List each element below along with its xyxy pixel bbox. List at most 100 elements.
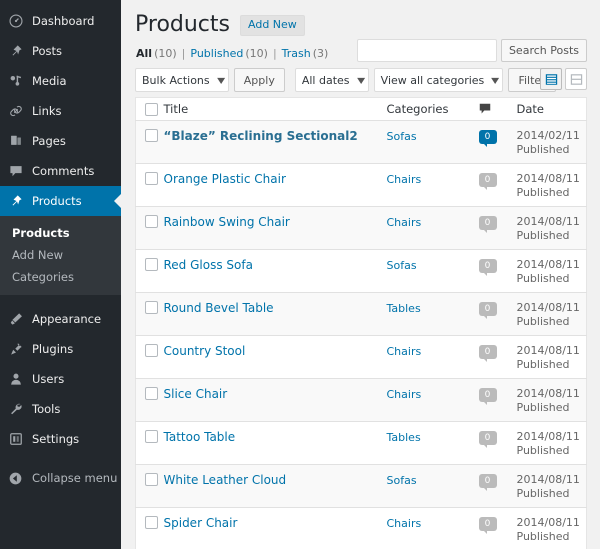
apply-button[interactable]: Apply: [234, 68, 285, 92]
comment-count-bubble[interactable]: 0: [479, 173, 497, 187]
comment-count-bubble[interactable]: 0: [479, 259, 497, 273]
date-filter-select[interactable]: All dates ▼: [295, 68, 369, 92]
table-row[interactable]: Red Gloss SofaSofas02014/08/11Published: [136, 250, 587, 293]
category-link[interactable]: Tables: [387, 293, 421, 315]
row-comments-cell: 0: [479, 379, 517, 422]
product-title-link[interactable]: Country Stool: [164, 336, 246, 358]
column-title[interactable]: Title: [164, 98, 387, 121]
product-title-link[interactable]: White Leather Cloud: [164, 465, 287, 487]
comment-count-bubble[interactable]: 0: [479, 388, 497, 402]
table-row[interactable]: Orange Plastic ChairChairs02014/08/11Pub…: [136, 164, 587, 207]
sidebar-item-pages[interactable]: Pages: [0, 126, 121, 156]
comment-count-bubble[interactable]: 0: [479, 431, 497, 445]
row-checkbox[interactable]: [145, 387, 158, 400]
pages-icon: [9, 134, 28, 148]
row-title-cell: Round Bevel Table: [164, 293, 387, 336]
table-row[interactable]: “Blaze” Reclining Sectional2Sofas02014/0…: [136, 121, 587, 164]
column-date[interactable]: Date: [517, 98, 587, 121]
category-link[interactable]: Tables: [387, 422, 421, 444]
table-row[interactable]: Rainbow Swing ChairChairs02014/08/11Publ…: [136, 207, 587, 250]
select-all-header: [136, 98, 164, 121]
column-categories[interactable]: Categories: [387, 98, 479, 121]
product-title-link[interactable]: Slice Chair: [164, 379, 228, 401]
sidebar-item-media[interactable]: Media: [0, 66, 121, 96]
row-checkbox[interactable]: [145, 129, 158, 142]
search-posts-button[interactable]: Search Posts: [501, 39, 587, 62]
excerpt-view-button[interactable]: [565, 68, 587, 90]
product-title-link[interactable]: Spider Chair: [164, 508, 238, 530]
comment-count-bubble[interactable]: 0: [479, 130, 497, 144]
submenu-item-add-new[interactable]: Add New: [0, 244, 121, 266]
sidebar-item-dashboard[interactable]: Dashboard: [0, 6, 121, 36]
table-row[interactable]: Spider ChairChairs02014/08/11Published: [136, 508, 587, 549]
collapse-menu-button[interactable]: Collapse menu: [0, 463, 121, 493]
status-link-all[interactable]: All: [136, 47, 152, 60]
product-title-link[interactable]: Rainbow Swing Chair: [164, 207, 290, 229]
product-title-link[interactable]: Tattoo Table: [164, 422, 236, 444]
row-checkbox[interactable]: [145, 473, 158, 486]
status-link-trash[interactable]: Trash: [282, 47, 311, 60]
row-checkbox[interactable]: [145, 430, 158, 443]
bulk-actions-label: Bulk Actions: [142, 74, 210, 87]
row-checkbox[interactable]: [145, 301, 158, 314]
select-all-checkbox[interactable]: [145, 103, 158, 116]
publish-date: 2014/08/11: [517, 215, 587, 229]
sidebar-item-label: Pages: [32, 134, 66, 148]
sidebar-item-comments[interactable]: Comments: [0, 156, 121, 186]
row-checkbox[interactable]: [145, 344, 158, 357]
status-count: (3): [313, 47, 329, 60]
category-link[interactable]: Chairs: [387, 207, 422, 229]
comment-count-bubble[interactable]: 0: [479, 345, 497, 359]
sidebar-item-tools[interactable]: Tools: [0, 394, 121, 424]
sidebar-item-users[interactable]: Users: [0, 364, 121, 394]
sidebar-item-settings[interactable]: Settings: [0, 424, 121, 454]
row-title-cell: “Blaze” Reclining Sectional2: [164, 121, 387, 164]
sidebar-item-links[interactable]: Links: [0, 96, 121, 126]
column-comments[interactable]: [479, 98, 517, 121]
sidebar-item-products[interactable]: Products: [0, 186, 121, 216]
comment-count-bubble[interactable]: 0: [479, 474, 497, 488]
table-row[interactable]: Slice ChairChairs02014/08/11Published: [136, 379, 587, 422]
product-title-link[interactable]: Red Gloss Sofa: [164, 250, 253, 272]
product-title-link[interactable]: “Blaze” Reclining Sectional2: [164, 121, 358, 143]
list-view-button[interactable]: [540, 68, 562, 90]
row-checkbox[interactable]: [145, 258, 158, 271]
category-link[interactable]: Chairs: [387, 164, 422, 186]
row-category-cell: Chairs: [387, 508, 479, 549]
row-checkbox[interactable]: [145, 215, 158, 228]
submenu-item-products[interactable]: Products: [0, 222, 121, 244]
table-row[interactable]: Tattoo TableTables02014/08/11Published: [136, 422, 587, 465]
table-row[interactable]: Country StoolChairs02014/08/11Published: [136, 336, 587, 379]
row-category-cell: Chairs: [387, 164, 479, 207]
table-row[interactable]: Round Bevel TableTables02014/08/11Publis…: [136, 293, 587, 336]
sidebar-item-plugins[interactable]: Plugins: [0, 334, 121, 364]
publish-status: Published: [517, 143, 587, 157]
search-input[interactable]: [357, 39, 497, 62]
comment-count-bubble[interactable]: 0: [479, 517, 497, 531]
category-link[interactable]: Chairs: [387, 379, 422, 401]
page-header: Products Add New: [135, 12, 587, 38]
publish-status: Published: [517, 530, 587, 544]
sidebar-item-appearance[interactable]: Appearance: [0, 304, 121, 334]
product-title-link[interactable]: Round Bevel Table: [164, 293, 274, 315]
row-checkbox[interactable]: [145, 172, 158, 185]
category-link[interactable]: Chairs: [387, 508, 422, 530]
category-link[interactable]: Chairs: [387, 336, 422, 358]
category-link[interactable]: Sofas: [387, 465, 417, 487]
row-checkbox[interactable]: [145, 516, 158, 529]
sidebar-item-posts[interactable]: Posts: [0, 36, 121, 66]
bulk-actions-select[interactable]: Bulk Actions ▼: [135, 68, 229, 92]
add-new-button[interactable]: Add New: [240, 15, 305, 36]
sidebar-bottom-menu: AppearancePluginsUsersToolsSettings: [0, 304, 121, 454]
status-link-published[interactable]: Published: [190, 47, 243, 60]
row-category-cell: Chairs: [387, 336, 479, 379]
category-link[interactable]: Sofas: [387, 121, 417, 143]
product-title-link[interactable]: Orange Plastic Chair: [164, 164, 286, 186]
category-link[interactable]: Sofas: [387, 250, 417, 272]
comment-count-bubble[interactable]: 0: [479, 302, 497, 316]
comment-count-bubble[interactable]: 0: [479, 216, 497, 230]
category-filter-select[interactable]: View all categories ▼: [374, 68, 504, 92]
submenu-item-categories[interactable]: Categories: [0, 266, 121, 288]
table-row[interactable]: White Leather CloudSofas02014/08/11Publi…: [136, 465, 587, 508]
row-select-cell: [136, 293, 164, 336]
